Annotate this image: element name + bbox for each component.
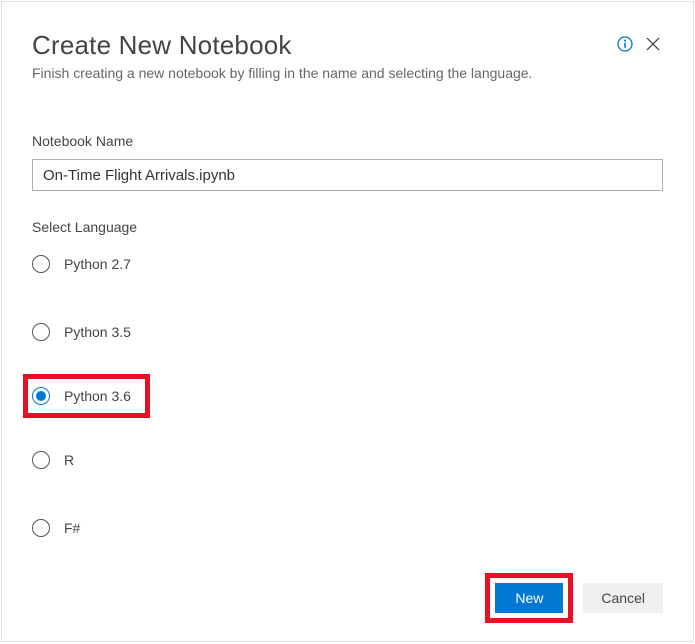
radio-circle-icon — [32, 519, 50, 537]
new-button-highlight: New — [485, 573, 573, 623]
radio-label: Python 3.6 — [64, 388, 131, 404]
radio-circle-icon — [32, 387, 50, 405]
radio-python-3-5[interactable]: Python 3.5 — [32, 319, 663, 345]
header-icons — [617, 34, 663, 54]
radio-label: Python 3.5 — [64, 324, 131, 340]
dialog-subtitle: Finish creating a new notebook by fillin… — [32, 65, 617, 81]
form-section: Notebook Name Select Language Python 2.7… — [32, 133, 663, 541]
close-icon[interactable] — [643, 34, 663, 54]
radio-fsharp[interactable]: F# — [32, 515, 663, 541]
select-language-label: Select Language — [32, 219, 663, 235]
create-notebook-dialog: Create New Notebook Finish creating a ne… — [1, 1, 694, 642]
radio-circle-icon — [32, 451, 50, 469]
title-area: Create New Notebook Finish creating a ne… — [32, 30, 617, 81]
radio-label: R — [64, 452, 74, 468]
cancel-button[interactable]: Cancel — [583, 583, 663, 613]
radio-circle-icon — [32, 255, 50, 273]
notebook-name-label: Notebook Name — [32, 133, 663, 149]
radio-dot-icon — [36, 391, 46, 401]
dialog-header: Create New Notebook Finish creating a ne… — [32, 30, 663, 81]
radio-python-2-7[interactable]: Python 2.7 — [32, 251, 663, 277]
dialog-title: Create New Notebook — [32, 30, 617, 61]
notebook-name-input[interactable] — [32, 159, 663, 191]
language-radio-list: Python 2.7 Python 3.5 Python 3.6 R F# — [32, 251, 663, 541]
radio-circle-icon — [32, 323, 50, 341]
new-button[interactable]: New — [495, 583, 563, 613]
info-icon[interactable] — [617, 36, 633, 52]
radio-label: Python 2.7 — [64, 256, 131, 272]
radio-r[interactable]: R — [32, 447, 663, 473]
dialog-footer: New Cancel — [485, 573, 663, 623]
radio-label: F# — [64, 520, 80, 536]
radio-python-3-6[interactable]: Python 3.6 — [23, 374, 150, 418]
